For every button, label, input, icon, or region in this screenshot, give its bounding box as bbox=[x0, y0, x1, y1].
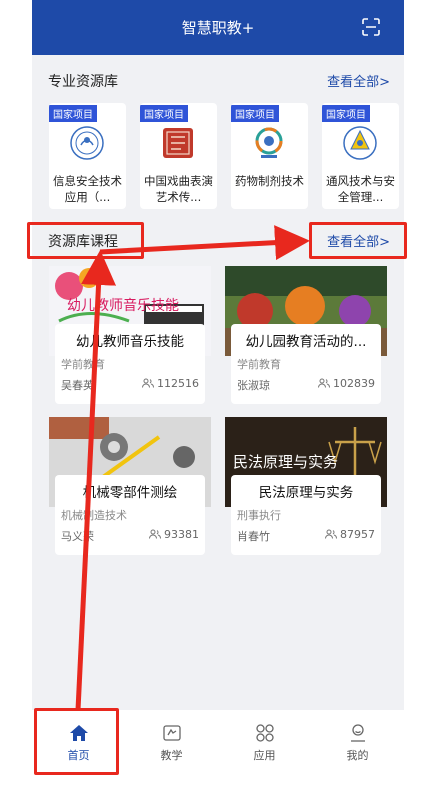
resource-name: 信息安全技术应用（... bbox=[53, 174, 122, 204]
course-category: 机械制造技术 bbox=[61, 509, 127, 522]
course-teacher: 吴春英 bbox=[61, 379, 94, 392]
profile-icon bbox=[351, 724, 365, 742]
course-title: 民法原理与实务 bbox=[258, 485, 354, 501]
highlight-box-course-title bbox=[27, 222, 144, 259]
views-icon bbox=[142, 378, 154, 388]
resource-name: 通风技术与安全管理... bbox=[326, 174, 395, 204]
course-view-count: 102839 bbox=[333, 377, 375, 390]
views-icon bbox=[149, 529, 161, 539]
course-category: 学前教育 bbox=[237, 358, 281, 371]
tab-label: 应用 bbox=[253, 749, 276, 762]
course-view-count: 93381 bbox=[164, 528, 199, 541]
course-teacher: 张淑琼 bbox=[237, 379, 270, 392]
national-project-tag: 国家项目 bbox=[322, 105, 370, 122]
course-info: 民法原理与实务 刑事执行 肖春竹 87957 bbox=[231, 475, 381, 555]
course-card[interactable]: 幼儿教师音乐技能 幼儿教师音乐技能 学前教育 吴春英 112516 bbox=[49, 266, 211, 404]
tab-label: 我的 bbox=[346, 749, 369, 762]
course-teacher: 马义荣 bbox=[61, 530, 94, 543]
resource-name: 药物制剂技术 bbox=[235, 174, 304, 188]
course-view-count: 112516 bbox=[157, 377, 199, 390]
tab-label: 教学 bbox=[160, 749, 183, 762]
resource-list: 国家项目 信息安全技术应用（... 国家项目 中国戏曲表演艺术传... 国家项目 bbox=[49, 103, 399, 209]
national-project-tag: 国家项目 bbox=[231, 105, 279, 122]
resource-card[interactable]: 国家项目 药物制剂技术 bbox=[231, 103, 308, 209]
opera-seal-logo-icon bbox=[163, 128, 193, 158]
resources-view-all-link[interactable]: 查看全部> bbox=[327, 71, 390, 90]
course-card[interactable]: 民法原理与实务 民法原理与实务 刑事执行 肖春竹 87957 bbox=[225, 417, 387, 555]
tab-apps[interactable]: 应用 bbox=[218, 710, 311, 770]
views-icon bbox=[325, 529, 337, 539]
scan-icon[interactable] bbox=[362, 18, 380, 36]
resource-name: 中国戏曲表演艺术传... bbox=[144, 174, 213, 204]
highlight-box-view-all bbox=[309, 222, 407, 259]
views-icon bbox=[318, 378, 330, 388]
course-teacher: 肖春竹 bbox=[237, 530, 270, 543]
course-category: 刑事执行 bbox=[237, 509, 281, 522]
national-project-tag: 国家项目 bbox=[140, 105, 188, 122]
tab-teaching[interactable]: 教学 bbox=[125, 710, 218, 770]
course-title: 幼儿教师音乐技能 bbox=[76, 334, 184, 350]
apps-icon bbox=[256, 724, 274, 742]
resource-card[interactable]: 国家项目 中国戏曲表演艺术传... bbox=[140, 103, 217, 209]
course-info: 幼儿教师音乐技能 学前教育 吴春英 112516 bbox=[55, 324, 205, 404]
app-screen: 智慧职教+ 专业资源库 查看全部> 国家项目 信息安全技术应用（... 国家项目 bbox=[32, 0, 404, 789]
section-title-resources: 专业资源库 bbox=[48, 74, 118, 90]
resource-card[interactable]: 国家项目 信息安全技术应用（... bbox=[49, 103, 126, 209]
resource-card[interactable]: 国家项目 通风技术与安全管理... bbox=[322, 103, 399, 209]
highlight-box-home-tab bbox=[34, 708, 119, 775]
teach-icon bbox=[163, 725, 181, 741]
course-view-count: 87957 bbox=[340, 528, 375, 541]
course-thumbnail-text: 幼儿教师音乐技能 bbox=[67, 297, 179, 314]
national-project-tag: 国家项目 bbox=[49, 105, 97, 122]
course-title: 幼儿园教育活动的... bbox=[245, 334, 367, 350]
course-info: 机械零部件测绘 机械制造技术 马义荣 93381 bbox=[55, 475, 205, 555]
tab-profile[interactable]: 我的 bbox=[311, 710, 404, 770]
course-thumbnail-text: 民法原理与实务 bbox=[233, 453, 338, 471]
infosec-logo-icon bbox=[70, 126, 104, 160]
resource-library-header: 专业资源库 查看全部> bbox=[32, 69, 404, 93]
top-bar: 智慧职教+ bbox=[32, 0, 404, 55]
course-title: 机械零部件测绘 bbox=[82, 485, 178, 501]
ventilation-logo-icon bbox=[343, 126, 377, 160]
app-title: 智慧职教+ bbox=[181, 19, 255, 37]
course-card[interactable]: 机械零部件测绘 机械制造技术 马义荣 93381 bbox=[49, 417, 211, 555]
course-card[interactable]: 幼儿园教育活动的... 学前教育 张淑琼 102839 bbox=[225, 266, 387, 404]
course-info: 幼儿园教育活动的... 学前教育 张淑琼 102839 bbox=[231, 324, 381, 404]
course-category: 学前教育 bbox=[61, 358, 105, 371]
pharmacy-logo-icon bbox=[255, 127, 283, 158]
